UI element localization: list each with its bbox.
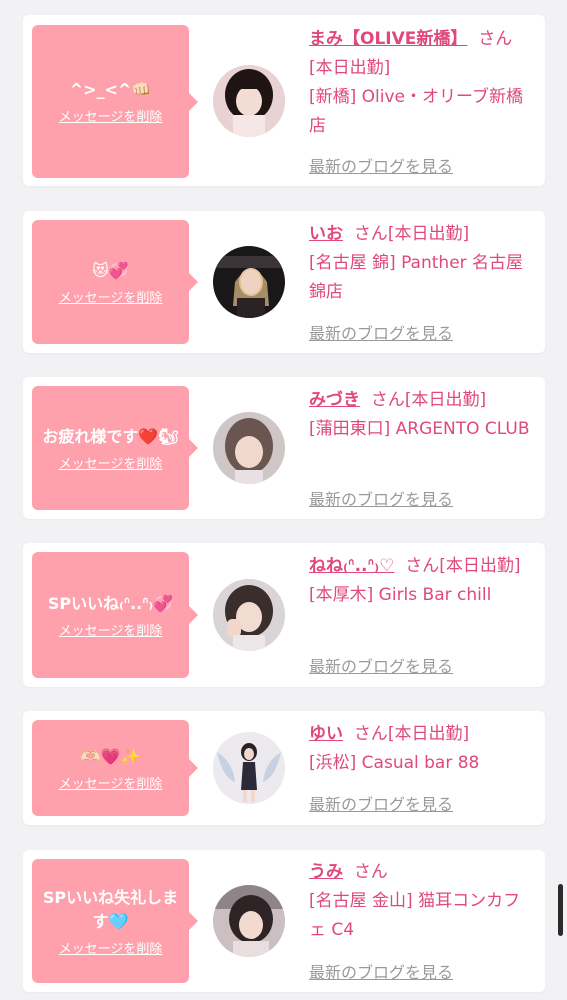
delete-message-link[interactable]: メッセージを削除 [59,773,163,792]
notification-card: 😻💞 メッセージを削除 いお さん[本日出勤] [名古屋 錦] Panther … [23,211,545,353]
avatar[interactable] [213,246,285,318]
cast-info: いお さん[本日出勤] [名古屋 錦] Panther 名古屋錦店 [309,220,537,307]
work-status: [本日出勤] [439,556,521,576]
honorific: さん [353,862,388,882]
avatar[interactable] [213,579,285,651]
honorific: さん [405,556,440,576]
message-bubble: ^>_<^👊🏻 メッセージを削除 [32,25,198,178]
delete-message-link[interactable]: メッセージを削除 [59,620,163,639]
message-text: 🫶🏻💗✨ [80,746,141,766]
notification-card: SPいいね₍ᐢ..ᐢ₎💞 メッセージを削除 ねね₍ᐢ..ᐢ₎♡ さん[本日出勤]… [23,543,545,687]
delete-message-link[interactable]: メッセージを削除 [59,453,163,472]
cast-info: まみ【OLIVE新橋】 さん [本日出勤] [新橋] Olive・オリーブ新橋店 [309,25,537,141]
cast-name-link[interactable]: みづき [309,390,360,410]
shop-name: [浜松] Casual bar 88 [309,753,480,773]
notification-card: お疲れ様です❤️🐿 メッセージを削除 みづき さん[本日出勤] [蒲田東口] A… [23,377,545,519]
shop-name: [名古屋 錦] Panther 名古屋錦店 [309,253,524,302]
latest-blog-link[interactable]: 最新のブログを見る [309,153,453,177]
work-status: [本日出勤] [387,224,470,244]
notification-card: ^>_<^👊🏻 メッセージを削除 まみ【OLIVE新橋】 さん [本日出勤] [… [23,15,545,186]
cast-name-link[interactable]: まみ【OLIVE新橋】 [309,29,467,49]
latest-blog-link[interactable]: 最新のブログを見る [309,486,453,510]
work-status: [本日出勤] [404,390,487,410]
message-bubble: 🫶🏻💗✨ メッセージを削除 [32,720,198,816]
shop-name: [本厚木] Girls Bar chill [309,585,492,605]
avatar[interactable] [213,885,285,957]
message-text: お疲れ様です❤️🐿 [42,426,179,446]
notification-card: SPいいね失礼します🩵 メッセージを削除 うみ さん [名古屋 金山] 猫耳コン… [23,850,545,992]
work-status: [本日出勤] [387,724,470,744]
honorific: さん [353,224,388,244]
message-text: ^>_<^👊🏻 [69,80,152,99]
delete-message-link[interactable]: メッセージを削除 [59,287,163,306]
cast-info: みづき さん[本日出勤] [蒲田東口] ARGENTO CLUB [309,386,537,444]
cast-name-link[interactable]: ゆい [309,724,343,744]
shop-name: [蒲田東口] ARGENTO CLUB [309,419,530,439]
latest-blog-link[interactable]: 最新のブログを見る [309,959,453,983]
latest-blog-link[interactable]: 最新のブログを見る [309,653,453,677]
cast-name-link[interactable]: うみ [309,862,343,882]
delete-message-link[interactable]: メッセージを削除 [59,938,163,957]
cast-info: ゆい さん[本日出勤] [浜松] Casual bar 88 [309,720,537,778]
message-bubble: SPいいね失礼します🩵 メッセージを削除 [32,859,198,983]
avatar[interactable] [213,65,285,137]
cast-info: ねね₍ᐢ..ᐢ₎♡ さん[本日出勤] [本厚木] Girls Bar chill [309,552,537,610]
delete-message-link[interactable]: メッセージを削除 [59,106,163,125]
message-text: 😻💞 [92,260,129,280]
message-bubble: SPいいね₍ᐢ..ᐢ₎💞 メッセージを削除 [32,552,198,678]
latest-blog-link[interactable]: 最新のブログを見る [309,791,453,815]
honorific: さん [478,29,513,49]
shop-name: [名古屋 金山] 猫耳コンカフェ C4 [309,891,521,940]
notification-card: 🫶🏻💗✨ メッセージを削除 ゆい さん[本日出勤] [浜松] Casual ba… [23,711,545,825]
latest-blog-link[interactable]: 最新のブログを見る [309,320,453,344]
shop-name: [新橋] Olive・オリーブ新橋店 [309,87,523,136]
message-text: SPいいね₍ᐢ..ᐢ₎💞 [47,593,174,613]
message-bubble: お疲れ様です❤️🐿 メッセージを削除 [32,386,198,510]
cast-name-link[interactable]: いお [309,224,343,244]
honorific: さん [353,724,388,744]
cast-info: うみ さん [名古屋 金山] 猫耳コンカフェ C4 [309,858,537,945]
work-status: [本日出勤] [309,58,391,78]
message-text: SPいいね失礼します🩵 [42,887,179,931]
scrollbar[interactable] [558,884,563,936]
avatar[interactable] [213,412,285,484]
honorific: さん [370,390,405,410]
message-bubble: 😻💞 メッセージを削除 [32,220,198,344]
cast-name-link[interactable]: ねね₍ᐢ..ᐢ₎♡ [309,556,394,576]
avatar[interactable] [213,732,285,804]
